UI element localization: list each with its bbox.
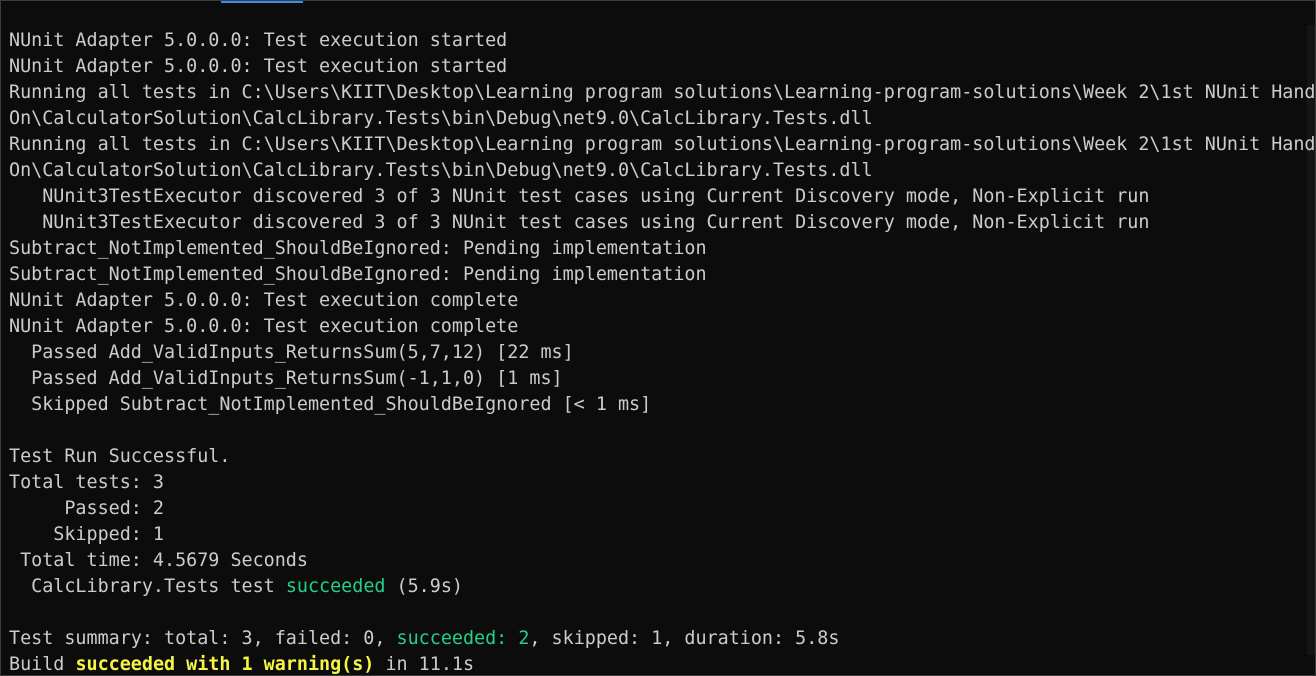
line-text: NUnit Adapter 5.0.0.0: Test execution st… [9, 30, 508, 51]
status-text: succeeded [285, 576, 386, 597]
terminal-line: Build succeeded with 1 warning(s) in 11.… [9, 652, 1305, 675]
terminal-line: Test summary: total: 3, failed: 0, succe… [9, 626, 1305, 652]
terminal-line: NUnit Adapter 5.0.0.0: Test execution co… [9, 314, 1305, 340]
line-text: On\CalculatorSolution\CalcLibrary.Tests\… [9, 160, 873, 181]
terminal-line: NUnit3TestExecutor discovered 3 of 3 NUn… [9, 184, 1305, 210]
line-text: NUnit Adapter 5.0.0.0: Test execution st… [9, 56, 508, 77]
line-text: NUnit3TestExecutor discovered 3 of 3 NUn… [9, 186, 1150, 207]
line-text: , skipped: 1, duration: 5.8s [529, 628, 840, 649]
active-tab-indicator [221, 1, 303, 3]
terminal-line: Skipped Subtract_NotImplemented_ShouldBe… [9, 392, 1305, 418]
terminal-line: NUnit Adapter 5.0.0.0: Test execution st… [9, 28, 1305, 54]
terminal-line: Passed: 2 [9, 496, 1305, 522]
line-text: in 11.1s [374, 654, 475, 675]
terminal-line: On\CalculatorSolution\CalcLibrary.Tests\… [9, 106, 1305, 132]
terminal-line: Subtract_NotImplemented_ShouldBeIgnored:… [9, 262, 1305, 288]
terminal-line: NUnit Adapter 5.0.0.0: Test execution st… [9, 54, 1305, 80]
line-text: Passed Add_ValidInputs_ReturnsSum(5,7,12… [9, 342, 574, 363]
status-text: succeeded: 2 [396, 628, 530, 649]
terminal-line: Total tests: 3 [9, 470, 1305, 496]
line-text: Total tests: 3 [9, 472, 165, 493]
line-text: Passed: 2 [9, 498, 165, 519]
line-text: Skipped: 1 [9, 524, 165, 545]
line-text: NUnit Adapter 5.0.0.0: Test execution co… [9, 316, 519, 337]
line-text: Passed Add_ValidInputs_ReturnsSum(-1,1,0… [9, 368, 563, 389]
terminal-line: Running all tests in C:\Users\KIIT\Deskt… [9, 132, 1315, 158]
terminal-line: Running all tests in C:\Users\KIIT\Deskt… [9, 80, 1315, 106]
terminal-panel[interactable]: NUnit Adapter 5.0.0.0: Test execution st… [0, 0, 1316, 676]
terminal-line: Skipped: 1 [9, 522, 1305, 548]
line-text: Build [9, 654, 76, 675]
terminal-line: CalcLibrary.Tests test succeeded (5.9s) [9, 574, 1305, 600]
line-text: (5.9s) [385, 576, 463, 597]
line-text: NUnit Adapter 5.0.0.0: Test execution co… [9, 290, 519, 311]
terminal-line: Passed Add_ValidInputs_ReturnsSum(5,7,12… [9, 340, 1305, 366]
terminal-line: Total time: 4.5679 Seconds [9, 548, 1305, 574]
scrollbar[interactable] [1307, 25, 1315, 655]
terminal-line: Test Run Successful. [9, 444, 1305, 470]
line-text: On\CalculatorSolution\CalcLibrary.Tests\… [9, 108, 873, 129]
terminal-line: NUnit3TestExecutor discovered 3 of 3 NUn… [9, 210, 1305, 236]
line-text: Running all tests in C:\Users\KIIT\Deskt… [9, 134, 1316, 155]
terminal-line: On\CalculatorSolution\CalcLibrary.Tests\… [9, 158, 1305, 184]
line-text: Running all tests in C:\Users\KIIT\Deskt… [9, 82, 1316, 103]
line-text: Skipped Subtract_NotImplemented_ShouldBe… [9, 394, 652, 415]
terminal-line: NUnit Adapter 5.0.0.0: Test execution co… [9, 288, 1305, 314]
line-text: Subtract_NotImplemented_ShouldBeIgnored:… [9, 238, 707, 259]
line-text: Total time: 4.5679 Seconds [9, 550, 308, 571]
status-text: succeeded with 1 warning(s) [75, 654, 375, 675]
line-text: NUnit3TestExecutor discovered 3 of 3 NUn… [9, 212, 1150, 233]
line-text: Subtract_NotImplemented_ShouldBeIgnored:… [9, 264, 707, 285]
line-text: Test Run Successful. [9, 446, 231, 467]
terminal-line: Subtract_NotImplemented_ShouldBeIgnored:… [9, 236, 1305, 262]
terminal-output: NUnit Adapter 5.0.0.0: Test execution st… [9, 28, 1315, 675]
line-text: CalcLibrary.Tests test [9, 576, 286, 597]
line-text: Test summary: total: 3, failed: 0, [9, 628, 397, 649]
terminal-line: Passed Add_ValidInputs_ReturnsSum(-1,1,0… [9, 366, 1305, 392]
